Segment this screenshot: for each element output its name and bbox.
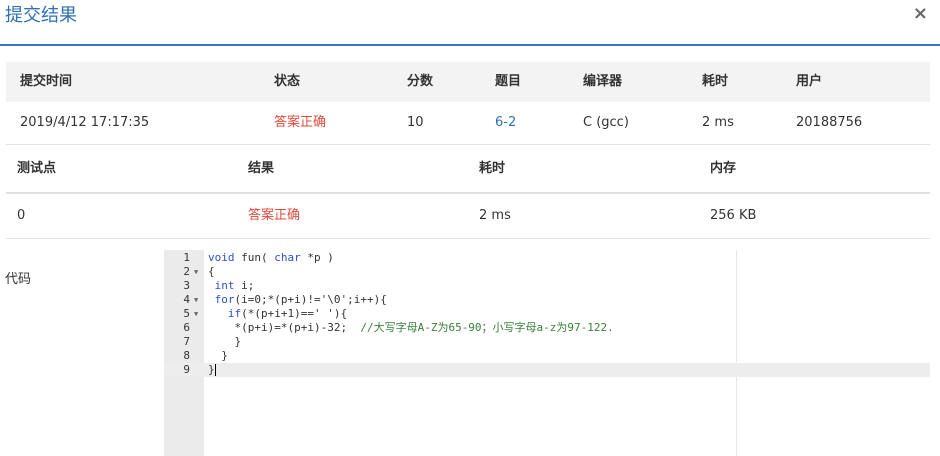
- code-token: }: [208, 349, 228, 362]
- code-token: *p ): [300, 251, 334, 264]
- header-user: 用户: [796, 74, 823, 89]
- code-token: i;: [234, 279, 255, 292]
- header-time: 耗时: [479, 161, 506, 176]
- elapsed-value: 2 ms: [702, 115, 734, 130]
- test-memory: 256 KB: [710, 208, 757, 223]
- code-line[interactable]: 7 }: [164, 335, 930, 349]
- code-token: *(p+i)=*(p+i)-32;: [208, 321, 361, 334]
- line-number: 9: [183, 363, 190, 376]
- code-token: }: [208, 335, 242, 348]
- fold-arrow-icon[interactable]: ▼: [194, 307, 198, 321]
- score-value: 10: [407, 115, 424, 130]
- modal-header: 提交结果 ×: [0, 0, 940, 46]
- header-problem: 题目: [495, 74, 522, 89]
- code-keyword: for: [214, 293, 235, 306]
- submit-time: 2019/4/12 17:17:35: [20, 115, 150, 130]
- line-number: 4: [183, 293, 190, 306]
- fold-arrow-icon[interactable]: ▼: [194, 293, 198, 307]
- code-text: if(*(p+i+1)==' '){: [208, 307, 347, 321]
- code-text: }: [208, 335, 241, 349]
- code-line[interactable]: 2 ▼ {: [164, 265, 930, 279]
- code-text: for(i=0;*(p+i)!='\0';i++){: [208, 293, 387, 307]
- test-point: 0: [17, 208, 26, 223]
- testcase-table-header: 测试点 结果 耗时 内存: [6, 148, 930, 194]
- code-text: {: [208, 265, 215, 279]
- header-result: 结果: [248, 161, 275, 176]
- problem-link[interactable]: 6-2: [495, 102, 516, 144]
- testcase-table: 测试点 结果 耗时 内存 0 答案正确 2 ms 256 KB: [6, 148, 930, 239]
- code-token: fun(: [234, 251, 275, 264]
- code-line[interactable]: 4 ▼ for(i=0;*(p+i)!='\0';i++){: [164, 293, 930, 307]
- code-text: void fun( char *p ): [208, 251, 334, 265]
- header-submit-time: 提交时间: [20, 74, 73, 89]
- code-text: *(p+i)=*(p+i)-32; //大写字母A-Z为65-90；小写字母a-…: [208, 321, 614, 335]
- test-result: 答案正确: [248, 208, 301, 223]
- code-line[interactable]: 9}: [164, 363, 930, 377]
- header-status: 状态: [274, 74, 301, 89]
- header-memory: 内存: [710, 161, 737, 176]
- line-number: 5: [183, 307, 190, 320]
- code-text: }: [208, 349, 228, 363]
- code-line[interactable]: 8 }: [164, 349, 930, 363]
- code-line[interactable]: 3 int i;: [164, 279, 930, 293]
- header-score: 分数: [407, 74, 434, 89]
- line-number: 8: [183, 349, 190, 362]
- modal-title: 提交结果: [5, 5, 77, 26]
- test-time: 2 ms: [479, 208, 511, 223]
- code-lines[interactable]: 1 void fun( char *p ) 2 ▼{3 int i; 4 ▼ for(i=…: [164, 251, 930, 377]
- code-text: int i;: [208, 279, 255, 293]
- status-badge: 答案正确: [274, 115, 327, 130]
- compiler-value: C (gcc): [583, 115, 629, 130]
- table-row: 2019/4/12 17:17:35 答案正确 10 6-2 C (gcc) 2…: [6, 102, 930, 145]
- line-number: 7: [183, 335, 190, 348]
- line-number: 1: [183, 251, 190, 264]
- submission-table: 提交时间 状态 分数 题目 编译器 耗时 用户 2019/4/12 17:17:…: [6, 62, 930, 145]
- header-elapsed: 耗时: [702, 74, 729, 89]
- code-token: (i=0;*(p+i)!='\0';i++){: [234, 293, 387, 306]
- fold-arrow-icon[interactable]: ▼: [194, 265, 198, 279]
- user-value: 20188756: [796, 115, 863, 130]
- code-comment: //大写字母A-Z为65-90；小写字母a-z为97-122.: [360, 321, 614, 334]
- code-token: (*(p+i+1)==' '){: [241, 307, 348, 320]
- code-label: 代码: [5, 272, 32, 287]
- code-token: }: [208, 363, 215, 376]
- code-line[interactable]: 1 void fun( char *p ): [164, 251, 930, 265]
- code-keyword: if: [227, 307, 242, 320]
- code-editor[interactable]: 1 void fun( char *p ) 2 ▼{3 int i; 4 ▼ for(i=…: [164, 250, 930, 456]
- code-text: }: [208, 363, 216, 377]
- code-token: {: [208, 265, 215, 278]
- code-keyword: char: [274, 251, 301, 264]
- code-keyword: int: [214, 279, 235, 292]
- code-keyword: void: [208, 251, 235, 264]
- line-number: 2: [183, 265, 190, 278]
- submission-table-header: 提交时间 状态 分数 题目 编译器 耗时 用户: [6, 62, 930, 102]
- header-compiler: 编译器: [583, 74, 623, 89]
- code-line[interactable]: 6 *(p+i)=*(p+i)-32; //大写字母A-Z为65-90；小写字母…: [164, 321, 930, 335]
- text-cursor: [214, 364, 216, 376]
- table-row: 0 答案正确 2 ms 256 KB: [6, 194, 930, 239]
- line-number: 3: [183, 279, 190, 292]
- header-test-point: 测试点: [17, 161, 57, 176]
- line-number: 6: [183, 321, 190, 334]
- close-button[interactable]: ×: [913, 4, 928, 24]
- code-line[interactable]: 5 ▼ if(*(p+i+1)==' '){: [164, 307, 930, 321]
